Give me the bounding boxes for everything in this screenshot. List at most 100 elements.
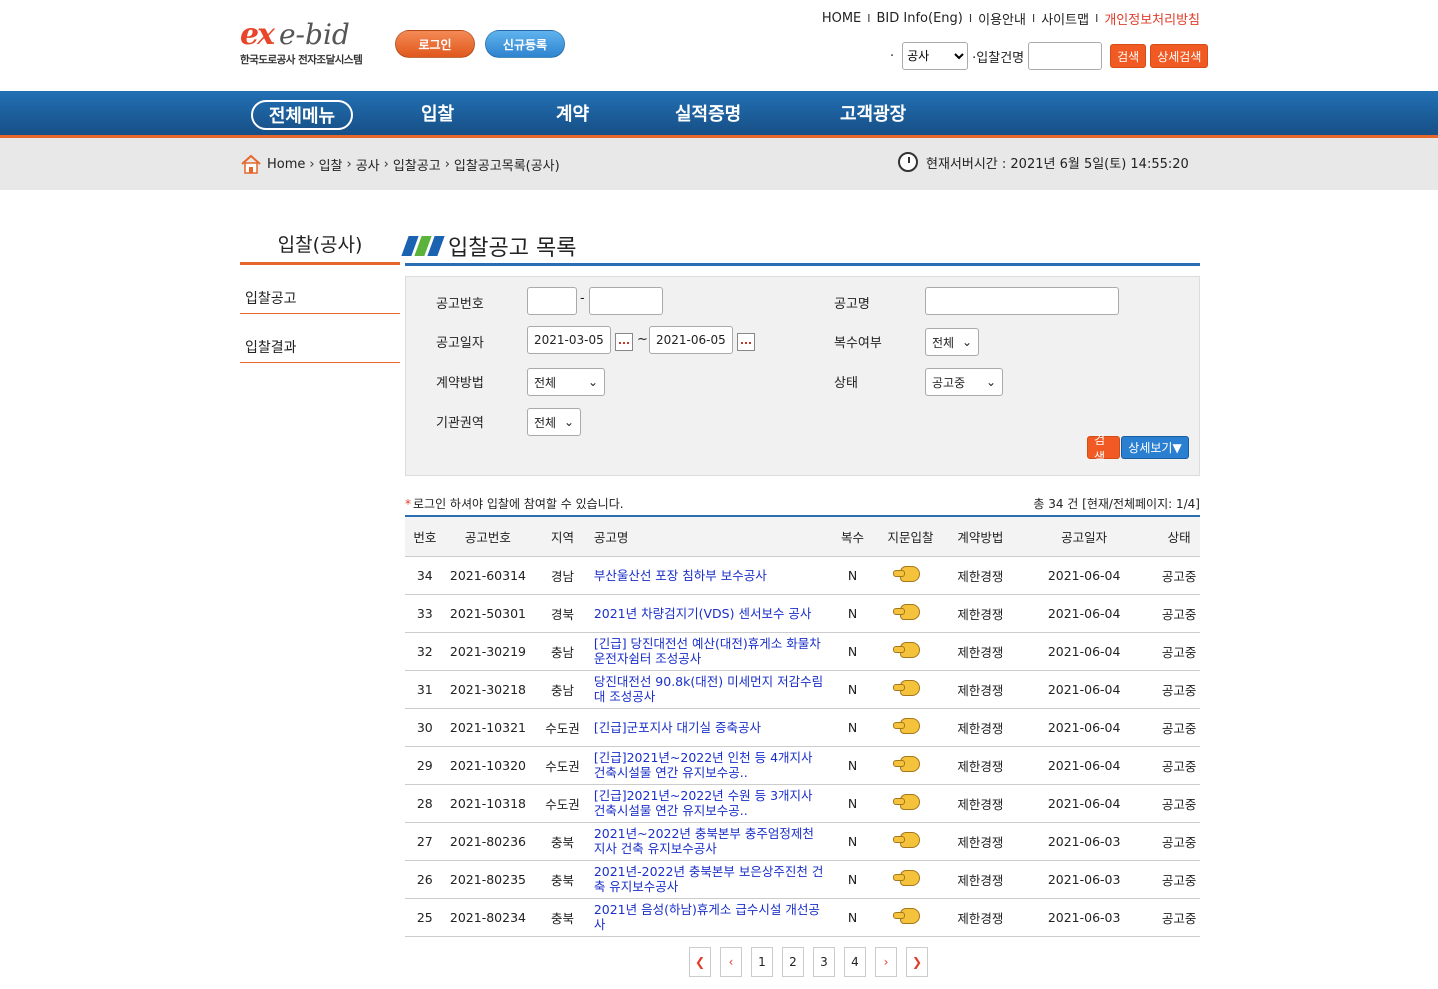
pager-first-button[interactable]: ❮	[689, 947, 711, 977]
logo[interactable]: ex e-bid 한국도로공사 전자조달시스템	[240, 18, 390, 70]
calendar-icon[interactable]	[737, 333, 755, 351]
sidebar-item-notice[interactable]: 입찰공고	[240, 288, 400, 314]
cell-title[interactable]: [긴급]2021년~2022년 수원 등 3개지사 건축시설물 연간 유지보수공…	[593, 784, 835, 823]
table-row: 30 2021-10321 수도권 [긴급]군포지사 대기실 증축공사 N 제한경쟁 202…	[405, 708, 1200, 747]
notice-name-input[interactable]	[925, 287, 1119, 315]
pointing-hand-icon[interactable]	[893, 641, 921, 658]
cell-title[interactable]: 2021년 음성(하남)휴게소 급수시설 개선공사	[593, 898, 835, 937]
top-search-button[interactable]: 검색	[1110, 44, 1147, 68]
cell-title[interactable]: [긴급] 당진대전선 예산(대전)휴게소 화물차 운전자쉼터 조성공사	[593, 632, 835, 671]
panel-search-button[interactable]: 검색	[1087, 433, 1120, 464]
sidebar-item-result[interactable]: 입찰결과	[240, 337, 400, 363]
region-select[interactable]: 전체 ⌄	[527, 408, 581, 436]
pager-page-2[interactable]: 2	[782, 947, 804, 977]
top-nav-separator: I	[867, 12, 871, 25]
pager-page-4[interactable]: 4	[844, 947, 866, 977]
cell-title[interactable]: [긴급]2021년~2022년 인천 등 4개지사 건축시설물 연간 유지보수공…	[593, 746, 835, 785]
top-search-input[interactable]	[1028, 42, 1103, 70]
login-button[interactable]: 로그인	[395, 30, 475, 58]
server-time-text: 현재서버시간 : 2021년 6월 5일(토) 14:55:20	[926, 156, 1189, 172]
home-icon[interactable]	[240, 154, 262, 174]
all-menu-button[interactable]: 전체메뉴	[251, 100, 353, 130]
pointing-hand-icon[interactable]	[893, 793, 921, 810]
top-nav-guide[interactable]: 이용안내	[978, 9, 1026, 28]
table-row: 27 2021-80236 충북 2021년~2022년 충북본부 충주엄정제천지사 …	[405, 822, 1200, 861]
cell-title[interactable]: 2021년-2022년 충북본부 보은상주진천 건축 유지보수공사	[593, 860, 835, 899]
cell-notice-no: 2021-10321	[444, 708, 532, 747]
top-nav-bid-info-eng[interactable]: BID Info(Eng)	[877, 11, 963, 26]
cell-date: 2021-06-04	[1010, 632, 1159, 671]
col-header-date: 공고일자	[1010, 515, 1159, 557]
cell-title[interactable]: [긴급]군포지사 대기실 증축공사	[593, 708, 835, 747]
cell-date: 2021-06-04	[1010, 556, 1159, 595]
chevron-down-icon: ⌄	[563, 415, 574, 429]
notice-table: 번호 공고번호 지역 공고명 복수 지문입찰 계약방법 공고일자 상태 34 20…	[405, 515, 1200, 937]
main-nav-performance[interactable]: 실적증명	[675, 91, 741, 135]
pager-next-button[interactable]: ›	[875, 947, 897, 977]
logo-subtitle: 한국도로공사 전자조달시스템	[240, 54, 363, 66]
breadcrumb-bid[interactable]: 입찰	[319, 155, 343, 174]
chevron-right-icon: ›	[444, 156, 450, 172]
pointing-hand-icon[interactable]	[893, 679, 921, 696]
region-select-value: 전체	[534, 415, 557, 430]
date-to-input[interactable]: 2021-06-05	[649, 326, 733, 354]
breadcrumb-construction[interactable]: 공사	[356, 155, 380, 174]
cell-region: 충북	[531, 860, 594, 899]
page-title: 입찰공고 목록	[448, 235, 577, 261]
cell-notice-no: 2021-60314	[444, 556, 532, 595]
calendar-icon[interactable]	[615, 333, 633, 351]
cell-status: 공고중	[1158, 594, 1200, 633]
cell-status: 공고중	[1158, 746, 1200, 785]
pointing-hand-icon[interactable]	[893, 831, 921, 848]
pager-last-button[interactable]: ❯	[906, 947, 928, 977]
pager-page-1[interactable]: 1	[751, 947, 773, 977]
cell-title[interactable]: 당진대전선 90.8k(대전) 미세먼지 저감수림대 조성공사	[593, 670, 835, 709]
cell-no: 30	[405, 708, 445, 747]
breadcrumb-home[interactable]: Home	[267, 157, 305, 172]
breadcrumb-bar: Home › 입찰 › 공사 › 입찰공고 › 입찰공고목록(공사) 현재서버시…	[0, 138, 1438, 190]
main-nav-bid[interactable]: 입찰	[421, 91, 454, 135]
notice-star: *	[405, 497, 411, 511]
status-select[interactable]: 공고중 ⌄	[925, 368, 1003, 396]
cell-multi: N	[834, 556, 871, 595]
top-nav-sitemap[interactable]: 사이트맵	[1041, 9, 1089, 28]
cell-title[interactable]: 2021년~2022년 충북본부 충주엄정제천지사 건축 유지보수공사	[593, 822, 835, 861]
method-select[interactable]: 전체 ⌄	[527, 368, 605, 396]
cell-method: 제한경쟁	[950, 860, 1011, 899]
pointing-hand-icon[interactable]	[893, 565, 921, 582]
cell-no: 27	[405, 822, 445, 861]
cell-title[interactable]: 2021년 차량검지기(VDS) 센서보수 공사	[593, 594, 835, 633]
breadcrumb-notice[interactable]: 입찰공고	[393, 155, 441, 174]
cell-region: 경북	[531, 594, 594, 633]
top-search-type-select[interactable]: 공사	[902, 42, 969, 70]
status-select-value: 공고중	[932, 375, 966, 390]
top-nav-privacy-policy[interactable]: 개인정보처리방침	[1104, 9, 1200, 28]
cell-multi: N	[834, 898, 871, 937]
pointing-hand-icon[interactable]	[893, 907, 921, 924]
cell-title[interactable]: 부산울산선 포장 침하부 보수공사	[593, 556, 835, 595]
table-row: 26 2021-80235 충북 2021년-2022년 충북본부 보은상주진천 건축…	[405, 860, 1200, 899]
notice-no-seq-input[interactable]	[589, 287, 663, 315]
pager-prev-button[interactable]: ‹	[720, 947, 742, 977]
pointing-hand-icon[interactable]	[893, 869, 921, 886]
pointing-hand-icon[interactable]	[893, 755, 921, 772]
main-nav-contract[interactable]: 계약	[556, 91, 589, 135]
pager-page-3[interactable]: 3	[813, 947, 835, 977]
multi-select[interactable]: 전체 ⌄	[925, 328, 979, 356]
top-detail-search-button[interactable]: 상세검색	[1150, 44, 1209, 68]
cell-multi: N	[834, 822, 871, 861]
pointing-hand-icon[interactable]	[893, 717, 921, 734]
col-header-notice-no: 공고번호	[444, 515, 532, 557]
cell-date: 2021-06-04	[1010, 594, 1159, 633]
date-from-input[interactable]: 2021-03-05	[527, 326, 611, 354]
cell-region: 수도권	[531, 746, 594, 785]
join-button[interactable]: 신규등록	[485, 30, 565, 58]
main-nav-customer[interactable]: 고객광장	[840, 91, 906, 135]
panel-detail-button[interactable]: 상세보기▼	[1121, 436, 1189, 459]
cell-status: 공고중	[1158, 708, 1200, 747]
table-row: 31 2021-30218 충남 당진대전선 90.8k(대전) 미세먼지 저감수림대…	[405, 670, 1200, 709]
top-nav-home[interactable]: HOME	[822, 11, 861, 26]
notice-no-year-input[interactable]	[527, 287, 577, 315]
chevron-right-icon: ›	[346, 156, 352, 172]
pointing-hand-icon[interactable]	[893, 603, 921, 620]
